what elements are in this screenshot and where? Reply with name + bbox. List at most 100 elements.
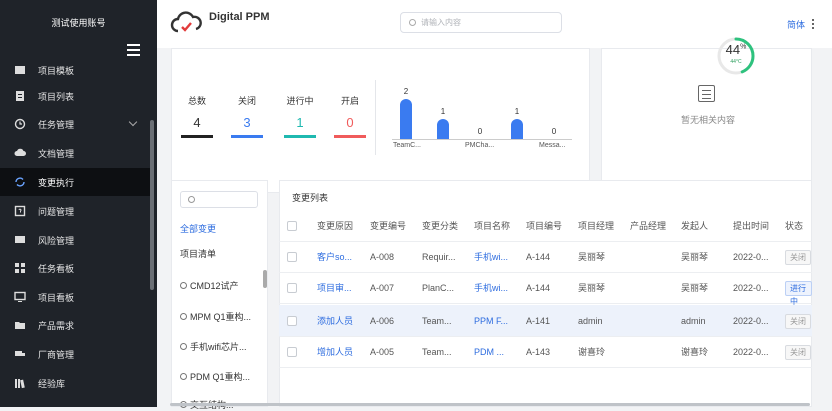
template-icon <box>14 64 26 76</box>
mini-chart-value: 0 <box>551 127 557 136</box>
row-checkbox[interactable] <box>287 316 297 326</box>
column-header[interactable]: 状态 <box>785 210 803 242</box>
search-icon <box>188 196 195 203</box>
sidebar-item-1[interactable]: 项目列表 <box>0 82 152 110</box>
table-cell: Team... <box>422 316 452 326</box>
clipboard-icon <box>14 90 26 102</box>
panel-scrollbar[interactable] <box>263 270 267 288</box>
status-badge: 进行中 <box>785 281 812 306</box>
project-tree-item[interactable]: CMD12试产 <box>180 279 239 292</box>
table-header: 变更原因 变更编号 变更分类 项目名称 项目编号 项目经理 产品经理 发起人 提出时间 状态 <box>279 210 812 242</box>
table-cell: A-006 <box>370 316 395 326</box>
stat-1[interactable]: 关闭 3 <box>227 94 267 138</box>
menu-toggle-icon[interactable] <box>127 44 140 56</box>
column-header[interactable]: 项目编号 <box>526 210 562 242</box>
settings-icon <box>180 373 187 380</box>
table-row[interactable]: 项目审... A-007 PlanC... 手机wi... A-144 吴丽琴 吴丽琴 202… <box>279 272 812 306</box>
settings-icon <box>180 282 187 289</box>
table-cell: 2022-0... <box>733 252 769 262</box>
column-header[interactable]: 变更编号 <box>370 210 406 242</box>
stat-label: 开启 <box>340 96 359 106</box>
sidebar-item-10[interactable]: 厂商管理 <box>0 340 152 368</box>
sidebar-item-5[interactable]: 问题管理 <box>0 197 152 225</box>
table-cell: A-143 <box>526 347 551 357</box>
stat-bar <box>181 135 213 138</box>
table-row[interactable]: 客户so... A-008 Requir... 手机wi... A-144 吴丽琴 吴丽琴 2… <box>279 241 812 273</box>
column-header[interactable]: 变更原因 <box>317 210 353 242</box>
sidebar-item-2[interactable]: 任务管理 <box>0 110 152 138</box>
table-cell: 2022-0... <box>733 316 769 326</box>
table-cell[interactable]: 添加人员 <box>317 305 353 337</box>
all-changes-link[interactable]: 全部变更 <box>180 222 216 235</box>
account-name[interactable]: 测试使用账号 <box>0 16 157 29</box>
project-tree-item[interactable]: 手机wifi芯片... <box>180 340 247 353</box>
sidebar-item-label: 产品需求 <box>38 320 75 331</box>
table-cell[interactable]: PDM ... <box>474 336 504 368</box>
row-checkbox[interactable] <box>287 347 297 357</box>
table-cell[interactable]: 项目审... <box>317 272 352 304</box>
stat-3[interactable]: 开启 0 <box>330 94 370 138</box>
sidebar-item-11[interactable]: 经验库 <box>0 369 152 397</box>
sidebar-item-4[interactable]: 变更执行 <box>0 168 152 196</box>
document-icon <box>698 85 715 102</box>
mini-chart-value: 0 <box>477 127 483 136</box>
table-row[interactable]: 添加人员 A-006 Team... PPM F... A-141 admin admin 2… <box>279 305 812 337</box>
project-tree-item[interactable]: PDM Q1重构... <box>180 370 250 383</box>
sidebar-item-0[interactable]: 项目模板 <box>0 56 152 84</box>
column-header[interactable]: 变更分类 <box>422 210 458 242</box>
table-cell[interactable]: PPM F... <box>474 305 508 337</box>
status-badge: 关闭 <box>785 345 811 360</box>
table-cell: PlanC... <box>422 283 455 293</box>
clock-icon <box>14 118 26 130</box>
horizontal-scrollbar[interactable] <box>170 403 810 406</box>
table-title: 变更列表 <box>292 193 329 203</box>
grid-icon <box>14 262 26 274</box>
table-cell: A-141 <box>526 316 551 326</box>
sidebar-item-9[interactable]: 产品需求 <box>0 311 152 339</box>
row-checkbox[interactable] <box>287 283 297 293</box>
stat-0[interactable]: 总数 4 <box>177 94 217 138</box>
more-options-icon[interactable] <box>812 19 814 31</box>
sidebar-item-6[interactable]: 风险管理 <box>0 226 152 254</box>
row-checkbox[interactable] <box>287 252 297 262</box>
mini-chart-bar[interactable] <box>400 99 412 139</box>
sidebar-scrollbar[interactable] <box>150 120 154 290</box>
table-cell: Requir... <box>422 252 456 262</box>
settings-icon <box>180 343 187 350</box>
table-cell: A-144 <box>526 283 551 293</box>
table-cell: 吴丽琴 <box>681 283 709 293</box>
table-cell: 2022-0... <box>733 283 769 293</box>
column-header[interactable]: 发起人 <box>681 210 708 242</box>
select-all-checkbox[interactable] <box>287 221 297 231</box>
table-cell[interactable]: 客户so... <box>317 241 352 273</box>
table-cell[interactable]: 增加人员 <box>317 336 353 368</box>
sidebar-item-3[interactable]: 文档管理 <box>0 139 152 167</box>
mini-chart-bar[interactable] <box>511 119 523 139</box>
refresh-icon <box>14 176 26 188</box>
table-cell[interactable]: 手机wi... <box>474 272 508 304</box>
table-cell: admin <box>578 316 603 326</box>
table-row[interactable]: 增加人员 A-005 Team... PDM ... A-143 谢喜玲 谢喜玲 2022-0… <box>279 336 812 368</box>
sidebar-item-7[interactable]: 任务看板 <box>0 254 152 282</box>
stat-bar <box>284 135 316 138</box>
mini-chart-bar[interactable] <box>437 119 449 139</box>
project-search-input[interactable] <box>180 191 258 208</box>
sidebar-item-8[interactable]: 项目看板 <box>0 283 152 311</box>
truck-icon <box>14 348 26 360</box>
table-cell[interactable]: 手机wi... <box>474 241 508 273</box>
column-header[interactable]: 项目名称 <box>474 210 510 242</box>
project-list-title: 项目清单 <box>180 249 217 259</box>
mini-chart-value: 2 <box>403 87 409 96</box>
language-switch[interactable]: 简体 <box>787 18 805 31</box>
global-search-input[interactable]: 请输入内容 <box>400 12 562 33</box>
stat-2[interactable]: 进行中 1 <box>280 94 320 138</box>
status-badge: 关闭 <box>785 314 811 329</box>
sidebar-item-label: 文档管理 <box>38 148 75 159</box>
column-header[interactable]: 项目经理 <box>578 210 614 242</box>
sidebar-item-label: 风险管理 <box>38 235 75 246</box>
column-header[interactable]: 提出时间 <box>733 210 769 242</box>
stat-bar <box>231 135 263 138</box>
column-header[interactable]: 产品经理 <box>630 210 666 242</box>
project-tree-item[interactable]: MPM Q1重构... <box>180 310 251 323</box>
mini-chart-value: 1 <box>440 107 446 116</box>
